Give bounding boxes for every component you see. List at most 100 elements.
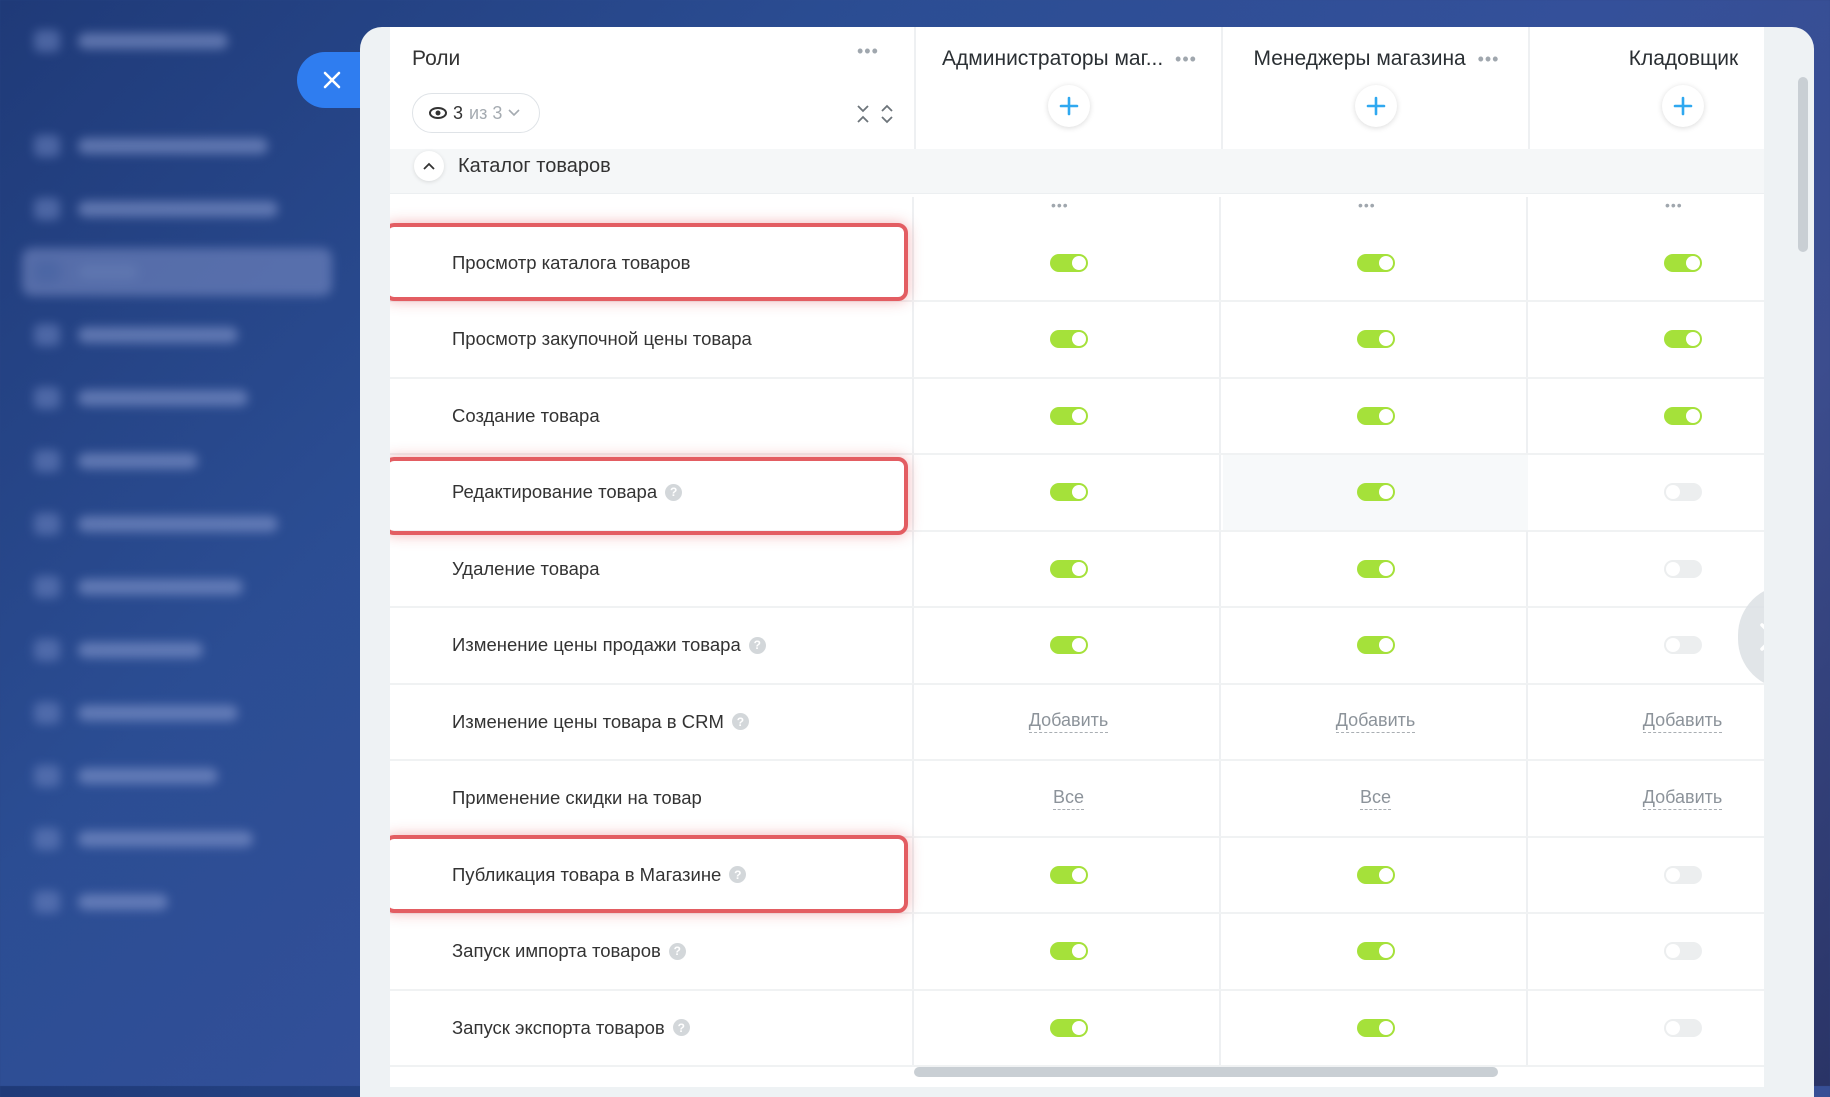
permission-cell: Все (1223, 761, 1528, 836)
chevron-up-icon (423, 162, 435, 170)
roles-header: Роли ••• 3 из 3 (390, 27, 914, 149)
permission-toggle-off[interactable] (1663, 483, 1702, 501)
add-member-button[interactable] (1662, 85, 1704, 127)
collapse-all-icon[interactable] (856, 104, 870, 124)
permission-toggle-off[interactable] (1663, 942, 1702, 960)
vertical-scrollbar[interactable] (1798, 77, 1808, 252)
permission-toggle-on[interactable] (1356, 636, 1395, 654)
permission-toggle-off[interactable] (1663, 636, 1702, 654)
permission-value-link[interactable]: Добавить (1028, 710, 1109, 733)
permission-cell (1223, 990, 1528, 1065)
permission-label-text: Просмотр закупочной цены товара (452, 328, 752, 349)
role-menu-icon[interactable]: ••• (1175, 49, 1197, 69)
table-row: Удаление товара (390, 531, 1764, 608)
help-icon[interactable]: ? (748, 636, 766, 654)
permission-label: Запуск экспорта товаров? (390, 990, 914, 1065)
permission-value-link[interactable]: Все (1359, 787, 1392, 810)
table-row: Публикация товара в Магазине? (390, 837, 1764, 914)
roles-filter-dropdown[interactable]: 3 из 3 (412, 93, 540, 133)
permission-cell (916, 531, 1221, 606)
permission-value-link[interactable]: Добавить (1335, 710, 1416, 733)
table-row: Изменение цены продажи товара? (390, 607, 1764, 685)
permission-toggle-on[interactable] (1049, 330, 1088, 348)
permission-cell (1530, 302, 1764, 377)
section-title: Каталог товаров (458, 155, 611, 177)
sidebar-item (34, 30, 228, 52)
permission-toggle-on[interactable] (1356, 330, 1395, 348)
collapse-section-button[interactable] (414, 151, 444, 181)
filter-count: 3 (453, 102, 464, 123)
permission-toggle-on[interactable] (1049, 483, 1088, 501)
permission-toggle-on[interactable] (1049, 636, 1088, 654)
help-icon[interactable]: ? (729, 866, 747, 883)
permission-toggle-on[interactable] (1049, 559, 1088, 578)
permission-label: Создание товара (390, 378, 914, 453)
permission-label: Удаление товара (390, 531, 914, 606)
permission-toggle-off[interactable] (1663, 1018, 1702, 1037)
permission-value-link[interactable]: Все (1052, 787, 1085, 810)
column-menu-icon[interactable]: ••• (1358, 197, 1376, 213)
column-menu-icon[interactable]: ••• (1051, 197, 1069, 213)
permission-toggle-off[interactable] (1663, 559, 1702, 578)
permission-toggle-on[interactable] (1356, 1018, 1395, 1037)
help-icon[interactable]: ? (665, 483, 683, 501)
role-name: Менеджеры магазина (1253, 47, 1466, 70)
permission-toggle-on[interactable] (1356, 483, 1395, 501)
permission-toggle-on[interactable] (1049, 865, 1088, 884)
add-member-button[interactable] (1355, 85, 1397, 127)
permission-toggle-off[interactable] (1663, 865, 1702, 884)
table-row: Создание товара (390, 378, 1764, 455)
permission-toggle-on[interactable] (1356, 253, 1395, 272)
close-icon (323, 71, 341, 89)
permission-toggle-on[interactable] (1663, 253, 1702, 272)
column-menu-icon[interactable]: ••• (1665, 197, 1683, 213)
permission-cell (1223, 837, 1528, 912)
permissions-panel: Роли ••• 3 из 3 Администраторы маг... ••… (360, 27, 1814, 1097)
permission-label-text: Применение скидки на товар (452, 787, 702, 808)
horizontal-scrollbar[interactable] (914, 1067, 1498, 1077)
permission-cell (916, 225, 1221, 300)
roles-menu-icon[interactable]: ••• (857, 41, 879, 62)
eye-icon (429, 107, 447, 119)
help-icon[interactable]: ? (731, 713, 749, 730)
permission-label-text: Изменение цены продажи товара (452, 634, 741, 655)
background-sidebar (0, 0, 360, 1086)
permission-toggle-on[interactable] (1356, 559, 1395, 578)
table-row: Редактирование товара? (390, 454, 1764, 532)
sidebar-item (34, 702, 238, 724)
permission-cell: Добавить (916, 684, 1221, 759)
permission-toggle-on[interactable] (1663, 330, 1702, 348)
role-menu-icon[interactable]: ••• (1478, 49, 1500, 69)
permission-value-link[interactable]: Добавить (1642, 787, 1723, 810)
permission-cell (1530, 608, 1764, 683)
sidebar-item (34, 387, 248, 409)
permission-toggle-on[interactable] (1049, 406, 1088, 425)
sidebar-item (34, 576, 243, 598)
table-row: Изменение цены товара в CRM? Добавить Доба… (390, 684, 1764, 761)
permission-toggle-on[interactable] (1356, 865, 1395, 884)
permission-cell (1223, 225, 1528, 300)
permission-toggle-on[interactable] (1049, 1018, 1088, 1037)
table-row: Просмотр закупочной цены товара (390, 301, 1764, 379)
close-panel-button[interactable] (297, 52, 367, 108)
permission-toggle-on[interactable] (1356, 406, 1395, 425)
help-icon[interactable]: ? (672, 1019, 690, 1036)
permission-cell (1223, 531, 1528, 606)
expand-all-icon[interactable] (880, 104, 894, 124)
permission-label-text: Просмотр каталога товаров (452, 251, 691, 273)
help-icon[interactable]: ? (668, 942, 686, 960)
add-member-button[interactable] (1048, 85, 1090, 127)
plus-icon (1366, 96, 1386, 116)
chevron-down-icon (508, 109, 520, 117)
permission-toggle-on[interactable] (1356, 942, 1395, 960)
permission-toggle-on[interactable] (1049, 942, 1088, 960)
sidebar-item (34, 513, 278, 535)
table-row: Запуск импорта товаров? (390, 913, 1764, 991)
section-row-catalog[interactable]: Каталог товаров (390, 149, 1764, 194)
permission-value-link[interactable]: Добавить (1642, 710, 1723, 733)
permission-cell: Добавить (1530, 684, 1764, 759)
sidebar-item (34, 135, 268, 157)
permission-toggle-on[interactable] (1049, 253, 1088, 272)
permission-label: Просмотр закупочной цены товара (390, 302, 914, 377)
permission-toggle-on[interactable] (1663, 406, 1702, 425)
